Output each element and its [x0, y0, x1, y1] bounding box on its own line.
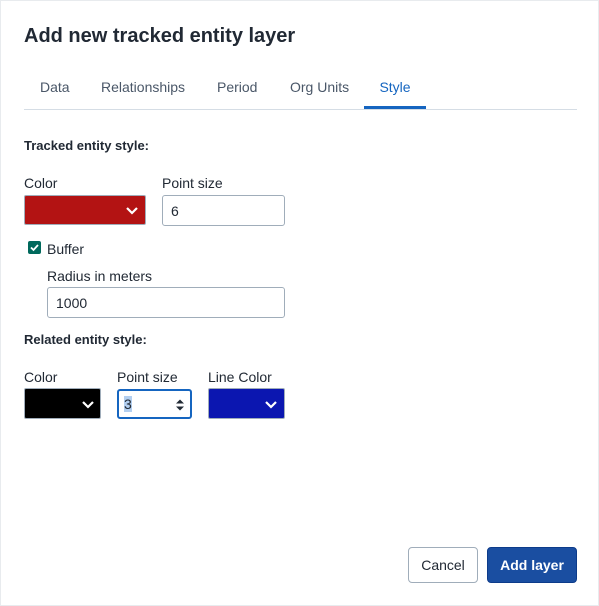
tab-bar: Data Relationships Period Org Units Styl… [24, 71, 577, 110]
add-layer-dialog: Add new tracked entity layer Data Relati… [0, 0, 599, 606]
cancel-button[interactable]: Cancel [408, 547, 478, 583]
tracked-point-size-label: Point size [162, 175, 223, 191]
tab-relationships[interactable]: Relationships [101, 71, 185, 108]
tracked-point-size-input[interactable]: 6 [162, 195, 285, 226]
radius-input[interactable]: 1000 [47, 287, 285, 318]
tab-style[interactable]: Style [364, 71, 426, 109]
tab-org-units[interactable]: Org Units [290, 71, 349, 108]
related-color-select[interactable] [24, 388, 101, 419]
dialog-title: Add new tracked entity layer [24, 25, 296, 47]
radius-label: Radius in meters [47, 268, 153, 284]
check-icon [30, 244, 39, 252]
buffer-checkbox[interactable] [28, 241, 41, 254]
related-color-label: Color [24, 369, 58, 385]
related-point-size-input[interactable]: 3 [117, 389, 192, 419]
line-color-select[interactable] [208, 388, 285, 419]
related-point-size-value: 3 [124, 396, 132, 412]
add-layer-button[interactable]: Add layer [487, 547, 577, 583]
chevron-down-icon [126, 207, 138, 215]
tracked-style-heading: Tracked entity style: [24, 138, 149, 153]
tab-data[interactable]: Data [40, 71, 70, 108]
tracked-color-select[interactable] [24, 195, 146, 225]
radius-value: 1000 [56, 294, 88, 311]
buffer-label[interactable]: Buffer [47, 241, 84, 257]
tracked-color-label: Color [24, 175, 58, 191]
stepper-icon[interactable] [175, 398, 185, 412]
chevron-down-icon [265, 401, 277, 409]
line-color-label: Line Color [208, 369, 272, 385]
chevron-down-icon [82, 401, 94, 409]
tab-period[interactable]: Period [217, 71, 257, 108]
related-point-size-label: Point size [117, 369, 178, 385]
related-style-heading: Related entity style: [24, 332, 147, 347]
tracked-point-size-value: 6 [171, 202, 179, 219]
